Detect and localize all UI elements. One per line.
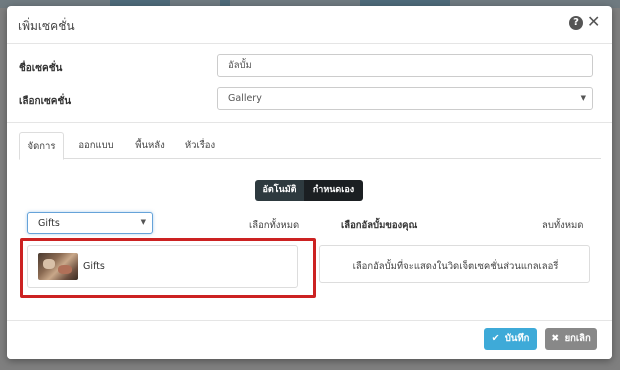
help-icon[interactable]: ? <box>569 16 583 30</box>
album-filter-select[interactable]: Gifts ▼ <box>27 212 153 234</box>
dialog-title: เพิ่มเซคชั่น <box>18 19 75 33</box>
your-albums-heading: เลือกอัลบั้มของคุณ <box>341 220 418 231</box>
remove-all-link[interactable]: ลบทั้งหมด <box>542 218 583 233</box>
tab-background[interactable]: พื้นหลัง <box>129 132 171 159</box>
check-icon: ✔ <box>491 333 500 344</box>
select-all-link[interactable]: เลือกทั้งหมด <box>249 218 299 233</box>
cancel-button-label: ยกเลิก <box>564 333 591 344</box>
close-icon[interactable]: ✕ <box>587 13 600 31</box>
tab-design[interactable]: ออกแบบ <box>71 132 121 159</box>
section-type-value: Gallery <box>228 93 262 104</box>
chevron-down-icon: ▼ <box>580 94 586 102</box>
dialog-footer: ✔ บันทึก ✖ ยกเลิก <box>7 320 612 359</box>
available-albums-list: Gifts <box>27 245 298 288</box>
manual-mode-button[interactable]: กำหนดเอง <box>304 180 363 201</box>
chevron-down-icon: ▼ <box>140 218 146 226</box>
selected-albums-hint: เลือกอัลบั้มที่จะแสดงในวิดเจ็ตเซคชั่นส่ว… <box>352 261 559 272</box>
album-filter-value: Gifts <box>38 218 60 229</box>
tab-heading[interactable]: หัวเรื่อง <box>179 132 221 159</box>
section-name-input[interactable] <box>217 54 593 77</box>
section-name-label: ชื่อเซคชั่น <box>19 63 63 74</box>
album-thumbnail <box>38 253 78 280</box>
save-button[interactable]: ✔ บันทึก <box>484 328 537 350</box>
tab-manage[interactable]: จัดการ <box>19 132 64 160</box>
album-name: Gifts <box>83 261 105 272</box>
close-icon: ✖ <box>551 333 560 344</box>
section-type-select[interactable]: Gallery ▼ <box>217 87 593 110</box>
dialog-header: เพิ่มเซคชั่น ? ✕ <box>7 6 612 44</box>
section-type-label: เลือกเซคชั่น <box>19 96 72 107</box>
add-section-dialog: เพิ่มเซคชั่น ? ✕ ชื่อเซคชั่น เลือกเซคชั่… <box>7 6 612 359</box>
selected-albums-panel: เลือกอัลบั้มที่จะแสดงในวิดเจ็ตเซคชั่นส่ว… <box>319 245 590 283</box>
cancel-button[interactable]: ✖ ยกเลิก <box>545 328 597 350</box>
save-button-label: บันทึก <box>504 333 530 344</box>
auto-mode-button[interactable]: อัตโนมัติ <box>255 180 304 201</box>
section-tabs: จัดการ ออกแบบ พื้นหลัง หัวเรื่อง <box>19 132 601 160</box>
divider <box>7 122 612 123</box>
